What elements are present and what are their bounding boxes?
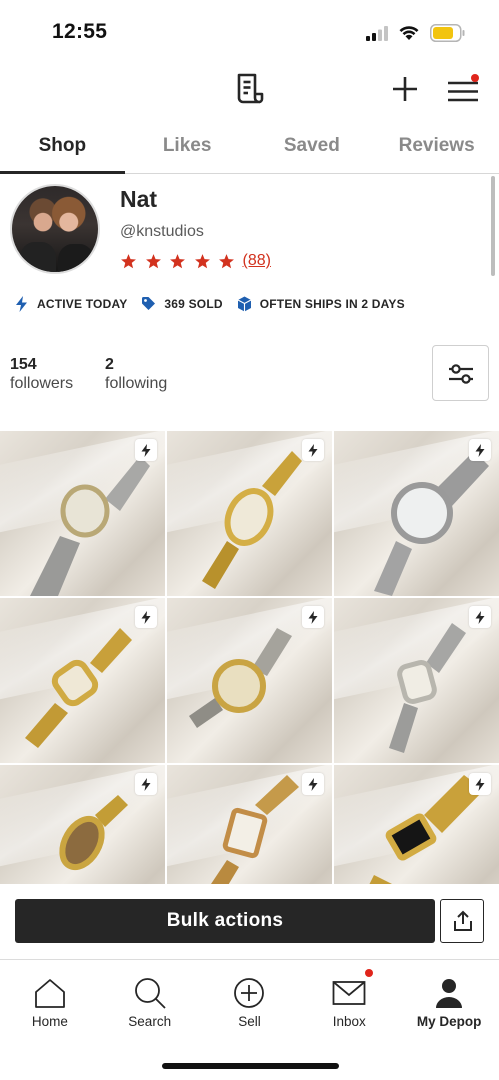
review-count-link[interactable]: (88) [243, 252, 271, 270]
listing-tile[interactable] [0, 765, 165, 884]
badge-active: ACTIVE TODAY [14, 296, 127, 312]
listing-tile[interactable] [167, 765, 332, 884]
boost-icon [302, 439, 324, 461]
search-icon [134, 978, 166, 1009]
notification-dot [471, 74, 479, 82]
badge-label: ACTIVE TODAY [37, 297, 128, 311]
nav-home[interactable]: Home [0, 960, 100, 1050]
receipt-icon[interactable] [234, 72, 264, 106]
tab-likes[interactable]: Likes [125, 122, 250, 173]
status-time: 12:55 [52, 20, 108, 43]
boost-icon [469, 439, 491, 461]
top-actions-bar [0, 62, 499, 122]
following-label: following [105, 375, 168, 392]
followers-count: 154 [10, 356, 37, 373]
nav-label: Inbox [332, 1014, 366, 1029]
home-indicator[interactable] [162, 1063, 339, 1069]
nav-search[interactable]: Search [100, 960, 200, 1050]
listing-tile[interactable] [334, 431, 499, 596]
box-icon [237, 296, 251, 312]
followers-label: followers [10, 375, 74, 392]
nav-sell[interactable]: Sell [200, 960, 300, 1050]
following-count: 2 [105, 356, 114, 373]
listing-tile[interactable] [0, 431, 165, 596]
bottom-nav: Home Search Sell Inbox My Depop [0, 960, 499, 1050]
status-bar: 12:55 [0, 0, 499, 62]
profile-icon [436, 979, 463, 1008]
battery-icon [430, 24, 465, 42]
profile-name: Nat [120, 186, 158, 212]
nav-label: Search [128, 1014, 172, 1029]
tab-reviews[interactable]: Reviews [374, 122, 499, 173]
wifi-icon [399, 26, 419, 40]
tab-shop[interactable]: Shop [0, 122, 125, 174]
tab-saved[interactable]: Saved [250, 122, 375, 173]
nav-my-depop[interactable]: My Depop [399, 960, 499, 1050]
badge-shipping: OFTEN SHIPS IN 2 DAYS [237, 296, 405, 312]
menu-icon[interactable] [446, 74, 480, 104]
listing-tile[interactable] [0, 598, 165, 763]
star-icon [170, 253, 185, 268]
listing-tile[interactable] [167, 431, 332, 596]
nav-label: Sell [238, 1014, 261, 1029]
boost-icon [135, 606, 157, 628]
boost-icon [469, 773, 491, 795]
star-icon [219, 253, 234, 268]
nav-inbox[interactable]: Inbox [299, 960, 399, 1050]
profile-handle: @knstudios [120, 223, 204, 240]
profile-tabs: Shop Likes Saved Reviews [0, 122, 499, 174]
followers-stat[interactable]: 154 followers [10, 356, 73, 393]
nav-label: Home [31, 1014, 68, 1029]
inbox-notification-dot [365, 969, 374, 977]
inbox-icon [332, 981, 366, 1005]
boost-icon [135, 773, 157, 795]
listing-tile[interactable] [334, 765, 499, 884]
plus-icon[interactable] [392, 76, 418, 102]
signal-icon [366, 26, 388, 41]
lightning-icon [16, 296, 27, 312]
sliders-icon [449, 364, 473, 384]
star-icon [194, 253, 210, 268]
boost-icon [469, 606, 491, 628]
star-icon [145, 253, 161, 268]
tag-icon [142, 297, 156, 310]
share-icon [454, 910, 472, 931]
filter-button[interactable] [432, 345, 489, 401]
nav-label: My Depop [416, 1014, 482, 1029]
rating[interactable]: (88) [120, 250, 271, 272]
boost-icon [302, 606, 324, 628]
share-button[interactable] [440, 899, 484, 943]
following-stat[interactable]: 2 following [105, 356, 167, 393]
home-icon [34, 979, 65, 1008]
bulk-actions-button[interactable]: Bulk actions [15, 899, 435, 943]
badge-sold: 369 SOLD [141, 296, 223, 312]
badge-label: OFTEN SHIPS IN 2 DAYS [259, 297, 405, 311]
listing-tile[interactable] [167, 598, 332, 763]
sell-plus-icon [234, 978, 265, 1008]
star-icon [121, 253, 136, 268]
badge-label: 369 SOLD [164, 297, 223, 311]
listings-grid [0, 431, 499, 884]
avatar[interactable] [10, 184, 100, 274]
listing-tile[interactable] [334, 598, 499, 763]
bulk-actions-bar: Bulk actions [0, 884, 499, 960]
boost-icon [302, 773, 324, 795]
scrollbar[interactable] [491, 176, 495, 276]
boost-icon [135, 439, 157, 461]
seller-badges: ACTIVE TODAY 369 SOLD OFTEN SHIPS IN 2 D… [14, 294, 419, 314]
